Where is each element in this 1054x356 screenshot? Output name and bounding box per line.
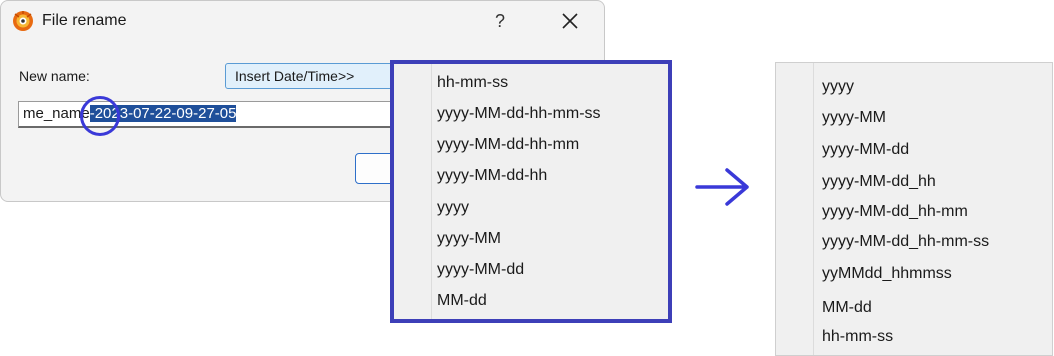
menu-item[interactable]: yyyy (437, 199, 469, 217)
close-icon (562, 13, 578, 29)
menu-item[interactable]: yyyy-MM (437, 230, 501, 248)
menu-item[interactable]: yyyy-MM-dd_hh-mm (822, 203, 968, 221)
app-logo-icon (13, 11, 33, 31)
help-button[interactable]: ? (483, 5, 517, 37)
date-format-menu-after: yyyy yyyy-MM yyyy-MM-dd yyyy-MM-dd_hh yy… (775, 62, 1053, 356)
new-name-label: New name: (19, 68, 90, 84)
menu-item[interactable]: yyyy-MM-dd-hh (437, 167, 547, 185)
menu-gutter (394, 64, 432, 319)
menu-gutter (776, 63, 814, 355)
menu-item[interactable]: yyyy-MM-dd_hh-mm-ss (822, 233, 989, 251)
close-button[interactable] (553, 5, 587, 37)
menu-item[interactable]: yyyy-MM-dd-hh-mm (437, 136, 579, 154)
date-format-menu-before: hh-mm-ss yyyy-MM-dd-hh-mm-ss yyyy-MM-dd-… (390, 60, 672, 323)
menu-item[interactable]: MM-dd (437, 292, 487, 310)
menu-item[interactable]: yyyy-MM-dd_hh (822, 173, 936, 191)
insert-date-time-button[interactable]: Insert Date/Time>> (225, 63, 395, 89)
menu-item[interactable]: hh-mm-ss (437, 74, 508, 92)
dialog-title: File rename (42, 12, 127, 29)
new-name-input[interactable]: me_name-2023-07-22-09-27-05 (18, 101, 398, 128)
highlight-circle (80, 96, 120, 136)
menu-item[interactable]: yyyy-MM-dd (437, 261, 524, 279)
menu-item[interactable]: yyMMdd_hhmmss (822, 265, 952, 283)
menu-item[interactable]: yyyy-MM-dd-hh-mm-ss (437, 105, 601, 123)
menu-item[interactable]: MM-dd (822, 299, 872, 317)
title-bar: File rename ? (1, 1, 604, 41)
menu-item[interactable]: yyyy-MM-dd (822, 141, 909, 159)
menu-item[interactable]: yyyy (822, 78, 854, 96)
menu-item[interactable]: hh-mm-ss (822, 328, 893, 346)
right-arrow-icon (695, 168, 749, 206)
menu-item[interactable]: yyyy-MM (822, 109, 886, 127)
